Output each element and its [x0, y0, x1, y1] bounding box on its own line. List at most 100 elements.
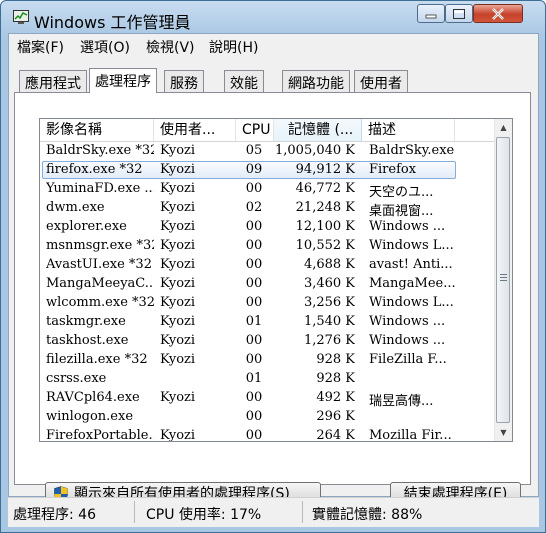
process-memory: 3,256 K	[303, 295, 355, 310]
table-row[interactable]: explorer.exe Kyozi 00 12,100 K Windows ...	[40, 218, 495, 237]
process-cpu: 00	[245, 181, 263, 196]
process-description: Windows ...	[369, 314, 446, 329]
menu-help[interactable]: 說明(H)	[209, 37, 258, 57]
column-memory[interactable]: 記憶體 (...	[274, 119, 362, 141]
process-memory: 4,688 K	[303, 257, 355, 272]
process-user: Kyozi	[160, 390, 196, 405]
process-user: Kyozi	[160, 162, 196, 177]
process-cpu: 00	[245, 295, 263, 310]
minimize-button[interactable]	[417, 4, 445, 23]
close-button[interactable]	[473, 4, 523, 23]
process-description: Firefox	[369, 162, 417, 177]
menu-view[interactable]: 檢視(V)	[146, 37, 195, 57]
task-manager-window: Windows 工作管理員 檔案(F) 選項(O) 檢視(V) 說明(H) 應用…	[0, 0, 546, 533]
grip-line	[500, 280, 507, 281]
status-bar: 處理程序: 46 CPU 使用率: 17% 實體記憶體: 88%	[8, 497, 539, 527]
process-cpu: 00	[245, 352, 263, 367]
column-description[interactable]: 描述	[362, 119, 455, 141]
process-description: Mozilla Fir...	[369, 428, 452, 442]
tab-processes[interactable]: 處理程序	[89, 68, 157, 93]
scroll-thumb[interactable]	[496, 137, 510, 423]
process-list[interactable]: 影像名稱 使用者... CPU 記憶體 (... 描述 BaldrSky.exe…	[39, 118, 513, 442]
table-row[interactable]: BaldrSky.exe *32 Kyozi 05 1,005,040 K BaldrS…	[40, 142, 495, 161]
process-user: Kyozi	[160, 257, 196, 272]
tab-applications[interactable]: 應用程式	[19, 70, 87, 92]
window-title: Windows 工作管理員	[34, 13, 191, 32]
table-row[interactable]: dwm.exe Kyozi 02 21,248 K 桌面視窗...	[40, 199, 495, 219]
maximize-icon	[453, 8, 465, 19]
scroll-down-arrow-icon[interactable]: ▼	[495, 424, 512, 441]
process-name: YuminaFD.exe ...	[46, 181, 154, 196]
process-memory: 928 K	[316, 371, 355, 386]
tab-users[interactable]: 使用者	[354, 70, 408, 92]
task-manager-icon	[13, 10, 29, 24]
table-row[interactable]: wlcomm.exe *32 Kyozi 00 3,256 K Windows L...	[40, 294, 495, 313]
table-row[interactable]: filezilla.exe *32 Kyozi 00 928 K FileZilla F…	[40, 351, 495, 370]
vertical-scrollbar[interactable]: ▲ ▼	[494, 119, 512, 441]
table-row[interactable]: FirefoxPortable... Kyozi 00 264 K Mozilla Fi…	[40, 427, 495, 442]
process-cpu: 02	[245, 200, 263, 215]
process-name: filezilla.exe *32	[46, 352, 148, 367]
minimize-icon	[425, 14, 437, 18]
process-cpu: 00	[245, 409, 263, 424]
process-user: Kyozi	[160, 295, 196, 310]
table-row[interactable]: winlogon.exe 00 296 K	[40, 408, 495, 427]
process-memory: 1,276 K	[303, 333, 355, 348]
title-bar[interactable]: Windows 工作管理員	[1, 1, 545, 33]
client-area: 檔案(F) 選項(O) 檢視(V) 說明(H) 應用程式 處理程序 服務 效能 …	[8, 33, 539, 506]
process-name: wlcomm.exe *32	[46, 295, 154, 310]
maximize-button[interactable]	[445, 4, 473, 23]
process-cpu: 00	[245, 238, 263, 253]
list-header: 影像名稱 使用者... CPU 記憶體 (... 描述	[40, 119, 495, 142]
process-user: Kyozi	[160, 181, 196, 196]
process-name: firefox.exe *32	[46, 162, 143, 177]
process-description: Windows L...	[369, 295, 454, 310]
process-memory: 21,248 K	[295, 200, 355, 215]
column-user[interactable]: 使用者...	[154, 119, 236, 141]
process-description: 桌面視窗...	[369, 204, 434, 219]
table-row[interactable]: taskmgr.exe Kyozi 01 1,540 K Windows ...	[40, 313, 495, 332]
status-divider	[134, 501, 135, 523]
process-user: Kyozi	[160, 143, 196, 158]
process-user: Kyozi	[160, 314, 196, 329]
column-image-name[interactable]: 影像名稱	[40, 119, 154, 141]
column-cpu[interactable]: CPU	[236, 119, 274, 141]
table-row[interactable]: firefox.exe *32 Kyozi 09 94,912 K Firefox	[40, 161, 495, 180]
status-cpu-usage: CPU 使用率: 17%	[146, 507, 262, 523]
process-name: dwm.exe	[46, 200, 105, 215]
process-description: Windows ...	[369, 219, 446, 234]
table-row[interactable]: taskhost.exe Kyozi 00 1,276 K Windows ...	[40, 332, 495, 351]
menu-file[interactable]: 檔案(F)	[17, 37, 64, 57]
table-row[interactable]: msnmsgr.exe *32 Kyozi 00 10,552 K Windows L.…	[40, 237, 495, 256]
tab-services[interactable]: 服務	[164, 70, 204, 92]
process-cpu: 00	[245, 428, 263, 442]
process-memory: 264 K	[316, 428, 355, 442]
process-cpu: 09	[245, 162, 263, 177]
tab-performance[interactable]: 效能	[224, 70, 264, 92]
process-cpu: 01	[245, 314, 263, 329]
process-description: 瑞昱高傳...	[369, 394, 434, 409]
process-user: Kyozi	[160, 428, 196, 442]
table-row[interactable]: RAVCpl64.exe Kyozi 00 492 K 瑞昱高傳...	[40, 389, 495, 409]
process-user: Kyozi	[160, 219, 196, 234]
process-description: 天空のユ...	[369, 185, 434, 200]
process-user: Kyozi	[160, 200, 196, 215]
scroll-up-arrow-icon[interactable]: ▲	[495, 119, 512, 136]
process-description: avast! Anti...	[369, 257, 453, 272]
process-memory: 1,540 K	[303, 314, 355, 329]
table-row[interactable]: AvastUI.exe *32 Kyozi 00 4,688 K avast! Anti…	[40, 256, 495, 275]
table-row[interactable]: csrss.exe 01 928 K	[40, 370, 495, 389]
process-name: explorer.exe	[46, 219, 127, 234]
process-description: MangaMee...	[369, 276, 456, 291]
process-description: Windows ...	[369, 333, 446, 348]
process-memory: 3,460 K	[303, 276, 355, 291]
process-name: csrss.exe	[46, 371, 107, 386]
tab-networking[interactable]: 網路功能	[282, 70, 350, 92]
table-row[interactable]: YuminaFD.exe ... Kyozi 00 46,772 K 天空のユ...	[40, 180, 495, 200]
process-name: FirefoxPortable...	[46, 428, 154, 442]
menu-options[interactable]: 選項(O)	[80, 37, 130, 57]
table-row[interactable]: MangaMeeyaC... Kyozi 00 3,460 K MangaMee...	[40, 275, 495, 294]
process-name: AvastUI.exe *32	[46, 257, 152, 272]
process-cpu: 00	[245, 276, 263, 291]
process-cpu: 00	[245, 257, 263, 272]
